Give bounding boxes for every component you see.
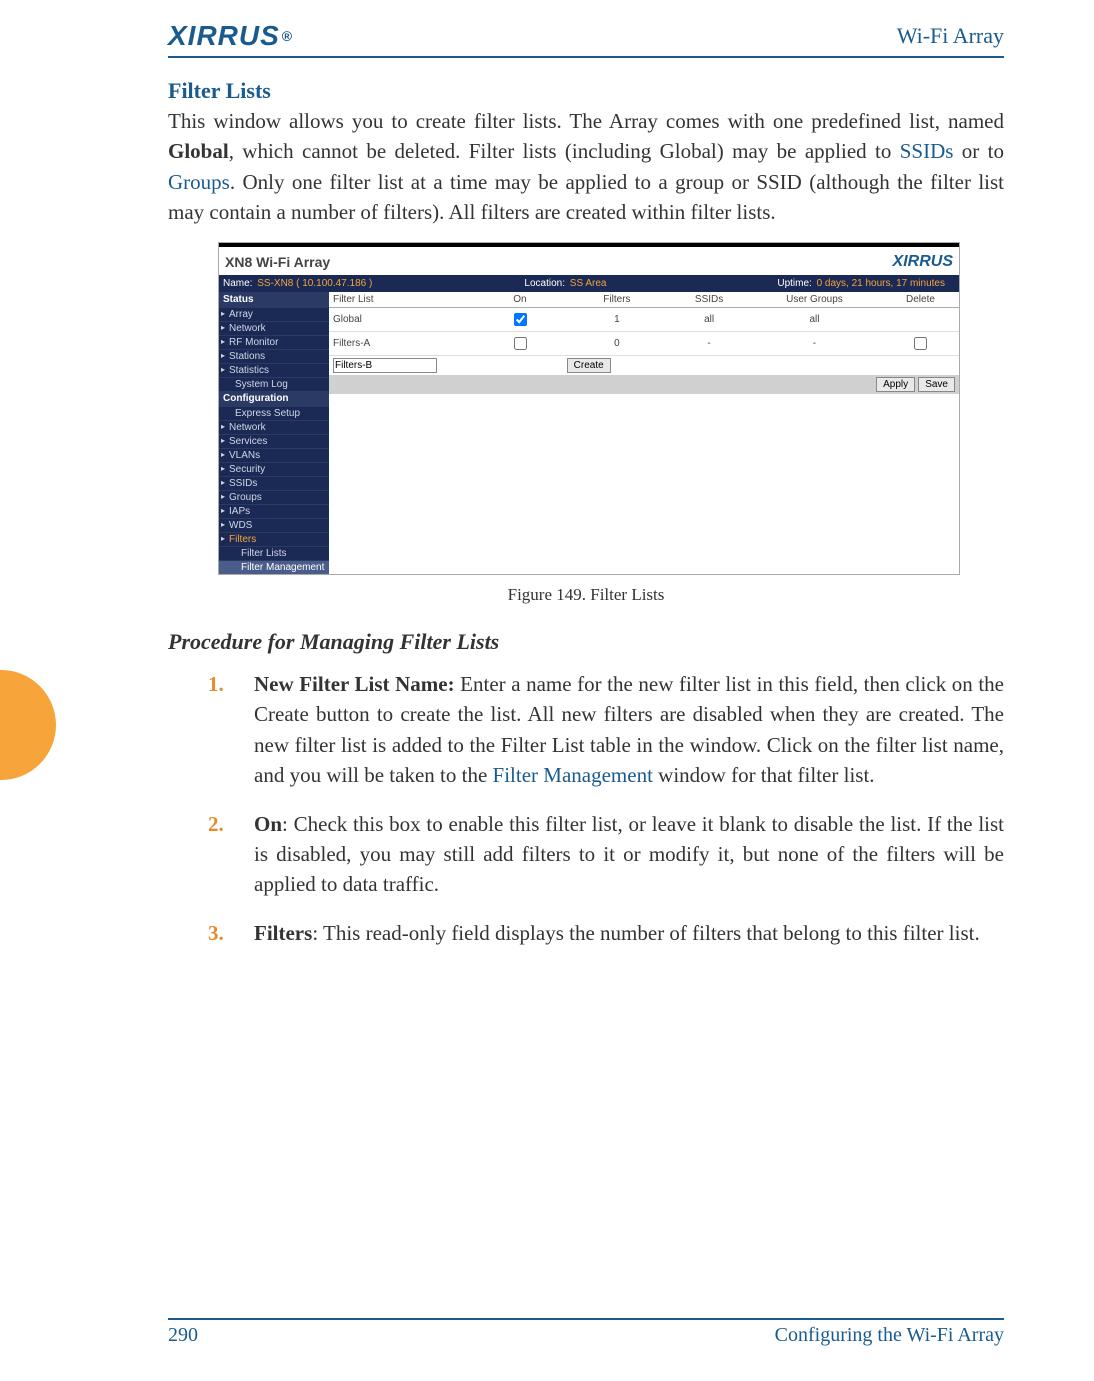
ssids-link[interactable]: SSIDs — [900, 139, 954, 163]
step3-body1: : This read-only field displays the numb… — [312, 921, 979, 945]
col-groups: User Groups — [747, 292, 882, 308]
col-filters: Filters — [563, 292, 672, 308]
row-new: Create — [329, 355, 959, 375]
filtersa-delete-checkbox[interactable] — [914, 337, 927, 350]
cell-filters: 0 — [563, 331, 672, 355]
step2-body1: : Check this box to enable this filter l… — [254, 812, 1004, 897]
groups-link[interactable]: Groups — [168, 170, 230, 194]
global-on-checkbox[interactable] — [514, 313, 527, 326]
step-2: On: Check this box to enable this filter… — [208, 809, 1004, 900]
status-uptime-label: Uptime: — [777, 278, 811, 289]
status-name-label: Name: — [223, 278, 252, 289]
sidebar-item-services[interactable]: Services — [219, 434, 329, 448]
cell-name[interactable]: Global — [329, 307, 477, 331]
sidebar-group-config: Configuration — [219, 391, 329, 406]
row-filters-a: Filters-A 0 - - — [329, 331, 959, 355]
step2-lead: On — [254, 812, 282, 836]
screenshot: XN8 Wi-Fi Array XIRRUS Name: SS-XN8 ( 10… — [218, 242, 960, 575]
cell-groups: all — [747, 307, 882, 331]
status-loc-label: Location: — [524, 278, 565, 289]
apply-button[interactable]: Apply — [876, 377, 915, 392]
logo-text: XIRRUS — [168, 20, 280, 52]
intro-bold: Global — [168, 139, 229, 163]
sidebar-item-syslog[interactable]: System Log — [219, 377, 329, 391]
step-1: New Filter List Name: Enter a name for t… — [208, 669, 1004, 791]
sidebar-item-network2[interactable]: Network — [219, 420, 329, 434]
sidebar-item-rf[interactable]: RF Monitor — [219, 335, 329, 349]
footer-text: Configuring the Wi-Fi Array — [775, 1324, 1004, 1347]
button-bar: Apply Save — [329, 375, 959, 394]
cell-name[interactable]: Filters-A — [329, 331, 477, 355]
sidebar-item-wds[interactable]: WDS — [219, 518, 329, 532]
section-title: Filter Lists — [168, 78, 1004, 104]
status-bar: Name: SS-XN8 ( 10.100.47.186 ) Location:… — [219, 275, 959, 292]
brand-logo: XIRRUS — [893, 253, 953, 271]
step1-lead: New Filter List Name: — [254, 672, 455, 696]
logo: XIRRUS® — [168, 20, 293, 52]
cell-groups: - — [747, 331, 882, 355]
array-title: XN8 Wi-Fi Array — [225, 254, 330, 270]
header-right: Wi-Fi Array — [897, 23, 1004, 49]
figure-caption: Figure 149. Filter Lists — [168, 585, 1004, 605]
step1-body2: window for that filter list. — [653, 763, 875, 787]
intro-part-c: , which cannot be deleted. Filter lists … — [229, 139, 900, 163]
sidebar-item-ssids[interactable]: SSIDs — [219, 476, 329, 490]
status-loc-value: SS Area — [570, 278, 607, 289]
col-filter-list: Filter List — [329, 292, 477, 308]
filtersa-on-checkbox[interactable] — [514, 337, 527, 350]
status-uptime-value: 0 days, 21 hours, 17 minutes — [817, 278, 945, 289]
col-ssids: SSIDs — [671, 292, 747, 308]
intro-part-a: This window allows you to create filter … — [168, 109, 1004, 133]
filter-management-link[interactable]: Filter Management — [493, 763, 653, 787]
col-delete: Delete — [882, 292, 959, 308]
cell-filters: 1 — [563, 307, 672, 331]
sidebar-item-vlans[interactable]: VLANs — [219, 448, 329, 462]
logo-reg: ® — [282, 28, 293, 44]
side-tab — [0, 670, 56, 780]
sidebar-item-filtermgmt[interactable]: Filter Management — [219, 560, 329, 574]
procedure-title: Procedure for Managing Filter Lists — [168, 629, 1004, 655]
save-button[interactable]: Save — [918, 377, 955, 392]
sidebar-item-network[interactable]: Network — [219, 321, 329, 335]
sidebar-group-status: Status — [219, 292, 329, 307]
main-panel: Filter List On Filters SSIDs User Groups… — [329, 292, 959, 574]
cell-ssids: - — [671, 331, 747, 355]
page-footer: 290 Configuring the Wi-Fi Array — [168, 1318, 1004, 1347]
step3-lead: Filters — [254, 921, 312, 945]
sidebar-item-groups[interactable]: Groups — [219, 490, 329, 504]
intro-paragraph: This window allows you to create filter … — [168, 106, 1004, 228]
sidebar-item-filterlists[interactable]: Filter Lists — [219, 546, 329, 560]
sidebar-item-stations[interactable]: Stations — [219, 349, 329, 363]
intro-part-d: or to — [953, 139, 1004, 163]
status-name-value: SS-XN8 ( 10.100.47.186 ) — [257, 278, 372, 289]
sidebar-item-filters[interactable]: Filters — [219, 532, 329, 546]
procedure-steps: New Filter List Name: Enter a name for t… — [208, 669, 1004, 949]
page-number: 290 — [168, 1324, 198, 1347]
sidebar-item-iaps[interactable]: IAPs — [219, 504, 329, 518]
row-global: Global 1 all all — [329, 307, 959, 331]
new-filter-name-input[interactable] — [333, 358, 437, 373]
create-button[interactable]: Create — [567, 358, 611, 373]
cell-ssids: all — [671, 307, 747, 331]
filter-table: Filter List On Filters SSIDs User Groups… — [329, 292, 959, 375]
step-3: Filters: This read-only field displays t… — [208, 918, 1004, 948]
sidebar-item-express[interactable]: Express Setup — [219, 406, 329, 420]
sidebar: Status Array Network RF Monitor Stations… — [219, 292, 329, 574]
col-on: On — [477, 292, 562, 308]
sidebar-item-array[interactable]: Array — [219, 307, 329, 321]
cell-delete — [882, 307, 959, 331]
figure-149: XN8 Wi-Fi Array XIRRUS Name: SS-XN8 ( 10… — [218, 242, 1004, 575]
intro-part-e: . Only one filter list at a time may be … — [168, 170, 1004, 224]
sidebar-item-security[interactable]: Security — [219, 462, 329, 476]
sidebar-item-statistics[interactable]: Statistics — [219, 363, 329, 377]
page-header: XIRRUS® Wi-Fi Array — [168, 20, 1004, 58]
